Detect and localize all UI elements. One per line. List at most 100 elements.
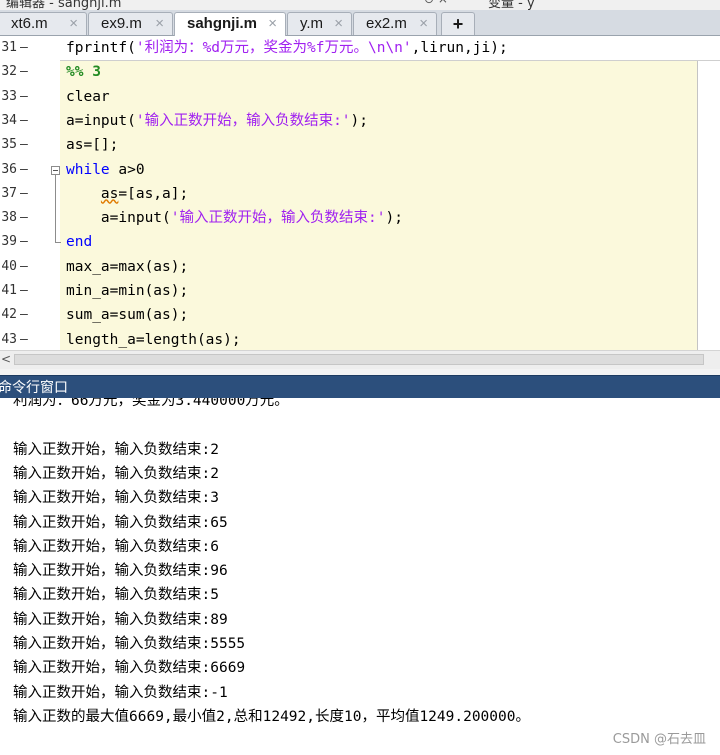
code-text: fprintf('利润为：%d万元，奖金为%f万元。\n\n',lirun,ji… <box>66 36 508 60</box>
code-token: ); <box>350 112 369 129</box>
code-token: ); <box>385 210 403 227</box>
output-line: 输入正数开始，输入负数结束:5 <box>13 587 219 604</box>
breakpoint-dash[interactable]: — <box>20 328 28 350</box>
fold-guide <box>55 174 56 243</box>
code-line[interactable]: 43— length_a=length(as); <box>0 328 720 350</box>
breakpoint-dash[interactable]: — <box>20 85 28 109</box>
code-text: %% 3 <box>66 60 101 84</box>
scroll-left-icon[interactable]: < <box>1 352 11 366</box>
code-line[interactable]: 40— max_a=max(as); <box>0 255 720 279</box>
tab-sahgnji-m[interactable]: sahgnji.m × <box>174 12 286 36</box>
window-controls[interactable]: ⊙ × <box>424 0 448 6</box>
output-line: 输入正数开始，输入负数结束:2 <box>13 465 219 482</box>
breakpoint-dash[interactable]: — <box>20 255 28 279</box>
tab-ex9-m[interactable]: ex9.m × <box>88 12 173 35</box>
code-text: a=input('输入正数开始，输入负数结束:'); <box>66 109 368 133</box>
code-line[interactable]: 34— a=input('输入正数开始，输入负数结束:'); <box>0 109 720 133</box>
keyword: end <box>66 234 93 251</box>
string-literal: '利润为：%d万元，奖金为%f万元。\n\n' <box>135 40 412 56</box>
output-line: 输入正数开始，输入负数结束:3 <box>13 490 219 507</box>
code-text: as=[]; <box>66 133 118 157</box>
output-line: 输入正数开始，输入负数结束:6 <box>13 538 219 555</box>
code-line[interactable]: 35— as=[]; <box>0 133 720 157</box>
keyword: while <box>66 161 110 178</box>
output-line: 输入正数开始，输入负数结束:89 <box>13 611 228 628</box>
tab-y-m[interactable]: y.m × <box>287 12 352 35</box>
command-window-title: 命令行窗口 <box>0 375 720 398</box>
code-line[interactable]: 42— sum_a=sum(as); <box>0 303 720 327</box>
command-window[interactable]: 利润为：66万元，奖金为3.440000万元。 输入正数开始，输入负数结束:2 输入… <box>0 398 720 755</box>
code-token: ,lirun,ji); <box>411 40 508 56</box>
string-literal: '输入正数开始，输入负数结束:' <box>170 210 386 227</box>
line-number: 39 <box>1 234 17 250</box>
code-text: as=[as,a]; <box>66 182 188 206</box>
line-number: 36 <box>1 161 17 177</box>
close-icon[interactable]: × <box>69 13 78 35</box>
line-number: 31 <box>1 40 17 55</box>
breakpoint-dash[interactable]: — <box>20 133 28 157</box>
close-icon[interactable]: × <box>419 13 428 35</box>
code-line[interactable]: 33— clear <box>0 85 720 109</box>
code-line[interactable]: 32— %% 3 <box>0 60 720 84</box>
code-token: fprintf( <box>66 40 136 56</box>
variables-title[interactable]: 变量 - y <box>488 0 535 10</box>
line-number: 32 <box>1 64 17 80</box>
tab-ex2-m[interactable]: ex2.m × <box>353 12 437 35</box>
code-line[interactable]: 36— while a>0 <box>0 158 720 182</box>
line-number: 41 <box>1 283 17 298</box>
code-token: as=[]; <box>66 137 119 154</box>
breakpoint-dash[interactable]: — <box>20 230 28 254</box>
breakpoint-dash[interactable]: — <box>20 206 28 230</box>
close-icon[interactable]: × <box>334 13 343 35</box>
code-text: min_a=min(as); <box>66 279 188 303</box>
code-line[interactable]: 41— min_a=min(as); <box>0 279 720 303</box>
line-number: 38 <box>1 210 17 226</box>
scrollbar-thumb[interactable] <box>14 354 704 365</box>
warning-underlined-token: as <box>100 185 119 202</box>
output-line: 输入正数开始，输入负数结束:5555 <box>13 636 246 652</box>
code-token: max_a=max(as); <box>66 258 189 275</box>
code-token: length_a=length(as); <box>66 331 241 348</box>
tab-label: sahgnji.m <box>187 15 258 32</box>
breakpoint-dash[interactable]: — <box>20 303 28 327</box>
tab-label: xt6.m <box>11 15 48 32</box>
fold-collapse-icon[interactable] <box>51 165 60 175</box>
command-window-title-text: 命令行窗口 <box>0 379 68 395</box>
code-text: a=input('输入正数开始，输入负数结束:'); <box>66 206 403 230</box>
cell-marker: %% 3 <box>66 64 101 81</box>
code-token: =[as,a]; <box>118 185 189 202</box>
tab-label: ex9.m <box>101 15 142 32</box>
code-editor[interactable]: 31— fprintf('利润为：%d万元，奖金为%f万元。\n\n',lirun… <box>0 36 720 350</box>
breakpoint-dash[interactable]: — <box>20 158 28 182</box>
line-number: 37 <box>1 185 17 201</box>
breakpoint-dash[interactable]: — <box>20 109 28 133</box>
editor-horizontal-scrollbar[interactable]: < <box>0 350 720 369</box>
code-text: end <box>66 230 92 254</box>
code-text: sum_a=sum(as); <box>66 303 188 327</box>
add-tab-icon[interactable]: + <box>441 12 475 35</box>
code-text: while a>0 <box>66 158 145 182</box>
tab-label: y.m <box>300 15 324 32</box>
line-number: 34 <box>1 112 17 128</box>
code-line[interactable]: 37— as=[as,a]; <box>0 182 720 206</box>
editor-title: 编辑器 - sahgnji.m <box>6 0 122 10</box>
editor-tab-bar: xt6.m × ex9.m × sahgnji.m × y.m × ex2.m × + <box>0 10 720 36</box>
breakpoint-dash[interactable]: — <box>20 36 28 60</box>
line-number: 33 <box>1 88 17 104</box>
breakpoint-dash[interactable]: — <box>20 182 28 206</box>
breakpoint-dash[interactable]: — <box>20 60 28 84</box>
code-line[interactable]: 39— end <box>0 230 720 254</box>
code-line[interactable]: 38— a=input('输入正数开始，输入负数结束:'); <box>0 206 720 230</box>
close-icon[interactable]: × <box>268 13 277 35</box>
code-text: max_a=max(as); <box>66 255 188 279</box>
close-icon[interactable]: × <box>155 13 164 35</box>
line-number: 42 <box>1 307 17 323</box>
line-number: 35 <box>1 137 17 153</box>
code-line[interactable]: 31— fprintf('利润为：%d万元，奖金为%f万元。\n\n',lirun… <box>0 36 720 60</box>
watermark: CSDN @石去皿 <box>612 732 706 747</box>
tab-xt6-m[interactable]: xt6.m × <box>0 12 87 35</box>
output-line: 输入正数开始，输入负数结束:-1 <box>13 684 228 701</box>
breakpoint-dash[interactable]: — <box>20 279 28 303</box>
